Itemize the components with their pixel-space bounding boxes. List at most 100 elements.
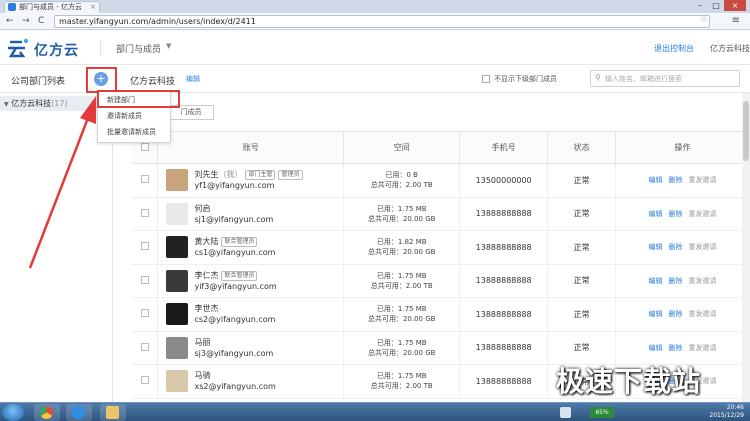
battery-indicator: 65% [590, 407, 614, 418]
avatar [166, 336, 189, 359]
status-cell: 正常 [547, 230, 617, 265]
member-name-line: 李世杰 [194, 303, 218, 314]
delete-member-link[interactable]: 删除 [669, 310, 683, 318]
account-cell: 何启 sj1@yifangyun.com [157, 197, 345, 231]
back-icon[interactable]: ← [6, 16, 14, 26]
table-row[interactable]: 李世杰 cs2@yifangyun.com 已用：1.75 MB 总共可用：20… [132, 297, 750, 332]
delete-member-link[interactable]: 删除 [669, 210, 683, 218]
space-used: 已用：1.75 MB [376, 204, 427, 213]
row-checkbox[interactable] [140, 275, 149, 284]
member-email: xs2@yifangyun.com [194, 382, 276, 392]
window-controls: – □ × [692, 0, 746, 11]
hide-sub-members-checkbox[interactable] [482, 75, 490, 83]
member-email: yif3@yifangyun.com [194, 281, 277, 291]
table-row[interactable]: 李仁杰 联合管理员 yif3@yifangyun.com 已用：1.75 MB 总… [132, 264, 750, 298]
phone-cell: 13888888888 [459, 297, 549, 332]
member-name: 刘先生 [194, 170, 219, 180]
scrollbar-thumb[interactable] [743, 101, 749, 161]
row-select-cell [132, 197, 159, 231]
nav-section-title[interactable]: 部门与成员 [116, 42, 161, 55]
space-total: 总共可用：20.00 GB [367, 248, 436, 257]
space-used: 已用：1.75 MB [376, 372, 427, 381]
tree-item-count: (17) [51, 99, 68, 108]
member-name-line: 黄大陆 联合管理员 [194, 236, 258, 248]
row-checkbox[interactable] [140, 342, 149, 351]
reinvite-member-link[interactable]: 重发邀请 [689, 344, 717, 352]
reinvite-member-link[interactable]: 重发邀请 [689, 277, 717, 285]
phone-cell: 13888888888 [459, 197, 549, 231]
table-row[interactable]: 黄大陆 联合管理员 cs1@yifangyun.com 已用：1.82 MB 总共… [132, 230, 750, 265]
member-name: 李仁杰 [194, 270, 219, 280]
system-clock[interactable]: 20:46 2015/12/29 [709, 404, 744, 420]
tree-item-label: 亿方云科技 [11, 99, 52, 108]
menu-item-batch-invite[interactable]: 批量邀请新成员 [98, 124, 170, 140]
tray-icon[interactable] [560, 407, 571, 418]
row-checkbox[interactable] [140, 309, 149, 318]
edit-member-link[interactable]: 编辑 [649, 277, 663, 285]
browser-tab[interactable]: 部门与成员 - 亿方云 × [4, 1, 100, 13]
delete-member-link[interactable]: 删除 [669, 344, 683, 352]
tab-title: 部门与成员 - 亿方云 [19, 3, 82, 11]
vertical-scrollbar[interactable] [742, 93, 750, 402]
actions-cell: 编辑 删除 重发邀请 [615, 297, 750, 332]
member-name-line: 马丽 [194, 337, 210, 348]
search-icon: ⚲ [595, 73, 601, 82]
reinvite-member-link[interactable]: 重发邀请 [689, 210, 717, 218]
actions-cell: 编辑 删除 重发邀请 [615, 264, 750, 298]
delete-member-link[interactable]: 删除 [669, 243, 683, 251]
row-checkbox[interactable] [140, 242, 149, 251]
start-button-icon[interactable] [2, 404, 24, 421]
reinvite-member-link[interactable]: 重发邀请 [689, 243, 717, 251]
status-cell: 正常 [547, 297, 617, 332]
close-tab-icon[interactable]: × [90, 2, 96, 12]
reinvite-member-link[interactable]: 重发邀请 [689, 310, 717, 318]
edit-member-link[interactable]: 编辑 [649, 176, 663, 184]
menu-item-invite-member[interactable]: 邀请新成员 [98, 108, 170, 124]
url-input[interactable]: master.yifangyun.com/admin/users/index/d… [54, 15, 710, 28]
sogou-taskbar-icon[interactable] [66, 404, 92, 421]
minimize-icon[interactable]: – [692, 0, 708, 11]
close-window-icon[interactable]: × [724, 0, 746, 11]
org-name-link[interactable]: 亿方云科技 [710, 43, 750, 54]
member-email: sj1@yifangyun.com [194, 214, 274, 224]
chevron-down-icon[interactable]: ▼ [166, 42, 171, 50]
select-all-checkbox[interactable] [140, 142, 149, 151]
avatar [166, 269, 189, 292]
delete-member-link[interactable]: 删除 [669, 277, 683, 285]
row-checkbox[interactable] [140, 376, 149, 385]
edit-member-link[interactable]: 编辑 [649, 310, 663, 318]
table-row[interactable]: 何启 sj1@yifangyun.com 已用：1.75 MB 总共可用：20.… [132, 197, 750, 231]
forward-icon[interactable]: → [22, 16, 30, 26]
edit-member-link[interactable]: 编辑 [649, 243, 663, 251]
yifangyun-logo-icon[interactable] [8, 38, 30, 58]
member-name: 何启 [194, 203, 211, 213]
column-phone: 手机号 [459, 131, 549, 164]
status-cell: 正常 [547, 163, 617, 198]
avatar [166, 236, 189, 259]
phone-cell: 13888888888 [459, 331, 549, 365]
edit-member-link[interactable]: 编辑 [649, 344, 663, 352]
browser-menu-icon[interactable]: ≡ [732, 15, 740, 26]
delete-member-link[interactable]: 删除 [669, 176, 683, 184]
space-total: 总共可用：20.00 GB [367, 214, 436, 223]
bookmark-star-icon[interactable]: ☆ [700, 15, 708, 25]
table-row[interactable]: 刘先生（我） 部门主管 管理员 yf1@yifangyun.com 已用：0 B 总… [132, 163, 750, 198]
edit-member-link[interactable]: 编辑 [649, 210, 663, 218]
row-select-cell [132, 264, 159, 298]
chrome-taskbar-icon[interactable] [34, 404, 60, 421]
row-checkbox[interactable] [140, 175, 149, 184]
account-cell: 刘先生（我） 部门主管 管理员 yf1@yifangyun.com [157, 163, 345, 198]
reload-icon[interactable]: C [38, 16, 44, 26]
member-name-line: 马骑 [194, 370, 210, 381]
expand-arrow-icon[interactable]: ▼ [4, 101, 9, 108]
me-marker: （我） [218, 170, 243, 180]
member-email: yf1@yifangyun.com [194, 181, 275, 191]
folder-taskbar-icon[interactable] [100, 404, 126, 421]
edit-department-link[interactable]: 编辑 [186, 74, 200, 84]
maximize-icon[interactable]: □ [708, 0, 724, 11]
reinvite-member-link[interactable]: 重发邀请 [689, 176, 717, 184]
exit-console-link[interactable]: 退出控制台 [654, 43, 694, 54]
search-input[interactable] [605, 72, 737, 85]
hide-sub-members-option[interactable]: 不显示下级部门成员 [482, 74, 557, 84]
row-checkbox[interactable] [140, 208, 149, 217]
